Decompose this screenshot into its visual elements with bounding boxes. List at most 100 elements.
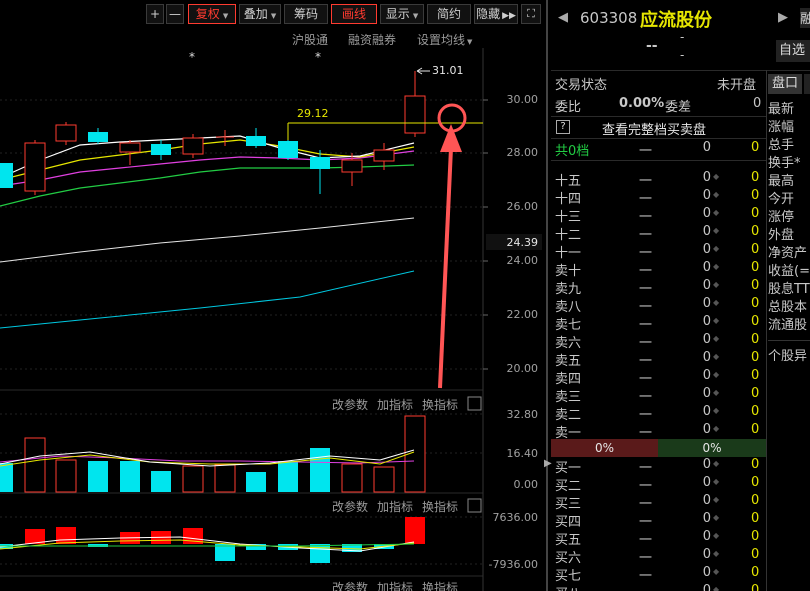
diamond-icon: ◆ <box>713 334 720 343</box>
quote-field-label: 净资产 <box>768 246 808 261</box>
order-price: 一 <box>639 354 653 369</box>
diamond-icon: ◆ <box>713 262 720 271</box>
volume-bar <box>310 448 330 492</box>
jiazhibiao-link[interactable]: 加指标 <box>377 396 413 413</box>
order-count: 0 <box>751 511 760 526</box>
ma-long-white <box>0 217 415 263</box>
price-placeholder: -- <box>646 38 658 54</box>
order-price: 一 <box>639 461 653 476</box>
quote-field-label: 股息TT <box>768 282 810 297</box>
order-count: 0 <box>751 386 760 401</box>
order-volume: 0 <box>702 547 711 562</box>
order-count: 0 <box>751 547 760 562</box>
order-count: 0 <box>751 565 760 580</box>
gaicanshu-link[interactable]: 改参数 <box>332 498 368 515</box>
diamond-icon: ◆ <box>713 352 720 361</box>
order-count: 0 <box>751 350 760 365</box>
diamond-icon: ◆ <box>713 424 720 433</box>
order-volume: 0 <box>702 332 711 347</box>
volume-axis-label: 0.00 <box>513 478 539 491</box>
order-volume: 0 <box>702 404 711 419</box>
order-volume: 0 <box>702 457 711 472</box>
order-volume: 0 <box>702 260 711 275</box>
order-row: 卖三一 0 ◆ 0 <box>551 386 766 405</box>
total-levels-label: 共0档 <box>555 144 590 159</box>
order-row: 卖五一 0 ◆ 0 <box>551 350 766 369</box>
order-level-label: 十五 <box>555 174 582 189</box>
diamond-icon: ◆ <box>713 513 720 522</box>
diamond-icon: ◆ <box>713 459 720 468</box>
gaicanshu-link[interactable]: 改参数 <box>332 579 368 591</box>
volume-bar <box>182 465 204 493</box>
change-placeholder: - <box>680 30 685 44</box>
macd-axis-label: 7636.00 <box>492 511 539 524</box>
zixuan-button[interactable]: 自选 <box>776 40 810 62</box>
diamond-icon: ◆ <box>713 495 720 504</box>
quote-field-label: 外盘 <box>768 228 795 243</box>
stock-chart-window: + — 复权 ▼ 叠加 ▼ 筹码 画线 显示 ▼ 简约 隐藏 ▶▶ ⛶ 沪股通 融资融券… <box>0 0 810 591</box>
order-price: 一 <box>639 583 652 591</box>
order-price: 一 <box>639 210 653 225</box>
candles <box>0 71 426 195</box>
diamond-icon: ◆ <box>713 477 720 486</box>
order-volume: 0 <box>702 224 711 239</box>
full-orderbook-link[interactable]: 查看完整档买卖盘 <box>602 119 706 138</box>
candle <box>341 159 363 173</box>
huanzhibiao-link[interactable]: 换指标 <box>422 396 458 413</box>
jiazhibiao-link[interactable]: 加指标 <box>377 498 413 515</box>
order-price: 一 <box>639 533 653 548</box>
order-level-label: 十三 <box>555 210 582 225</box>
order-level-label: 买六 <box>555 551 582 566</box>
tab-next[interactable] <box>804 74 810 94</box>
order-price: 一 <box>639 479 653 494</box>
rong-button[interactable]: 融 <box>800 8 810 28</box>
order-price: 一 <box>639 282 653 297</box>
jiazhibiao-link[interactable]: 加指标 <box>377 579 413 591</box>
total-levels-dash: 一 <box>639 144 653 159</box>
prev-stock-icon[interactable]: ◀ <box>558 10 568 25</box>
order-level-label: 卖八 <box>555 300 582 315</box>
sell-ratio-bar: 0% <box>551 439 658 457</box>
order-level-label: 买三 <box>555 497 582 512</box>
quote-field-label: 涨停 <box>768 210 795 225</box>
candle <box>310 157 330 169</box>
diamond-icon: ◆ <box>713 370 720 379</box>
candle <box>278 141 298 158</box>
order-row: 买三一 0 ◆ 0 <box>551 493 766 512</box>
help-icon[interactable]: ? <box>556 120 570 134</box>
order-volume: 0 <box>702 529 711 544</box>
candle <box>404 95 426 134</box>
candle <box>119 142 141 153</box>
order-count: 0 <box>751 296 760 311</box>
weibi-label: 委比 <box>555 100 582 115</box>
order-volume: 0 <box>702 314 711 329</box>
volume-axis-label: 32.80 <box>506 408 539 421</box>
current-price-label: 24.39 <box>506 236 539 249</box>
macd-bar <box>310 544 330 563</box>
huanzhibiao-link[interactable]: 换指标 <box>422 579 458 591</box>
volume-bar <box>88 461 108 492</box>
tab-geguyi[interactable]: 个股异 <box>768 345 810 364</box>
gaicanshu-link[interactable]: 改参数 <box>332 396 368 413</box>
order-level-label: 买五 <box>555 533 582 548</box>
order-volume: 0 <box>702 368 711 383</box>
order-price: 一 <box>639 551 653 566</box>
diamond-icon: ◆ <box>713 226 720 235</box>
stock-code: 603308 <box>580 9 638 27</box>
order-count: 0 <box>751 493 760 508</box>
order-count: 0 <box>751 278 760 293</box>
order-level-label: 卖三 <box>555 390 582 405</box>
tab-pankou[interactable]: 盘口 <box>768 74 802 94</box>
order-row: 卖七一 0 ◆ 0 <box>551 314 766 333</box>
order-row: 十二一 0 ◆ 0 <box>551 224 766 243</box>
kline-chart[interactable] <box>0 0 548 591</box>
huanzhibiao-link[interactable]: 换指标 <box>422 498 458 515</box>
quote-field-label: 最高 <box>768 174 795 189</box>
order-row: 卖一一 0 ◆ 0 <box>551 422 766 441</box>
quote-field-label: 涨幅 <box>768 120 795 135</box>
diamond-icon: ◆ <box>713 585 720 591</box>
price-axis-label: 24.00 <box>506 254 539 267</box>
order-price: 一 <box>639 408 653 423</box>
next-stock-icon[interactable]: ▶ <box>778 10 788 25</box>
quote-field-label: 总手 <box>768 138 795 153</box>
